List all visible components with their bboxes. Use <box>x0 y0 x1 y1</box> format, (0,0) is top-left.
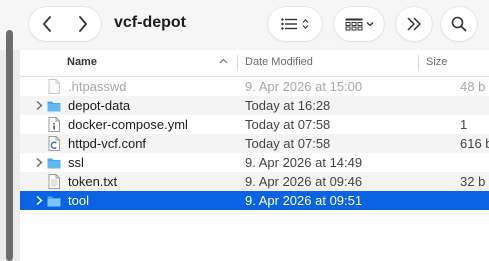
finder-window: vcf-depot Name Date Modified Size .htpas… <box>0 0 489 261</box>
forward-button[interactable] <box>65 7 101 41</box>
chevron-down-icon <box>366 22 373 27</box>
chevron-left-icon <box>43 16 51 32</box>
disclosure-triangle-icon[interactable] <box>34 157 44 168</box>
text-file-icon <box>48 174 60 189</box>
double-chevron-right-icon <box>407 17 421 31</box>
sort-ascending-icon <box>219 58 228 64</box>
file-row-ssl[interactable]: ssl 9. Apr 2026 at 14:49 <box>20 153 489 172</box>
more-toolbar-items-button[interactable] <box>396 7 432 41</box>
file-date-modified: Today at 07:58 <box>245 117 331 132</box>
file-name: tool <box>68 193 89 208</box>
file-row-docker-compose[interactable]: docker-compose.yml Today at 07:58 1 <box>20 115 489 134</box>
file-row-token-txt[interactable]: token.txt 9. Apr 2026 at 09:46 32 b <box>20 172 489 191</box>
up-down-chevron-icon <box>302 19 309 29</box>
list-view-icon <box>281 18 297 30</box>
file-date-modified: Today at 16:28 <box>245 98 331 113</box>
document-icon <box>48 79 60 94</box>
file-row-httpd-vcf-conf[interactable]: httpd-vcf.conf Today at 07:58 616 b <box>20 134 489 153</box>
file-name: token.txt <box>68 174 118 189</box>
file-date-modified: 9. Apr 2026 at 09:51 <box>245 193 363 208</box>
sidebar-scrollbar[interactable] <box>6 30 13 261</box>
folder-icon <box>47 158 61 169</box>
search-button[interactable] <box>441 7 477 41</box>
column-divider[interactable] <box>237 55 238 71</box>
file-row-htpasswd[interactable]: .htpasswd 9. Apr 2026 at 15:00 48 b <box>20 77 489 96</box>
file-row-depot-data[interactable]: depot-data Today at 16:28 <box>20 96 489 115</box>
conf-file-icon <box>48 136 60 151</box>
file-list: Name Date Modified Size .htpasswd 9. Apr… <box>20 50 489 261</box>
folder-icon <box>47 101 61 112</box>
file-size: 32 b <box>460 174 486 189</box>
file-date-modified: Today at 07:58 <box>245 136 331 151</box>
grid-view-icon <box>345 18 362 30</box>
view-options-button[interactable] <box>268 7 322 41</box>
file-row-tool[interactable]: tool 9. Apr 2026 at 09:51 <box>20 191 489 210</box>
window-title: vcf-depot <box>114 14 186 31</box>
file-name: httpd-vcf.conf <box>68 136 147 151</box>
yaml-file-icon <box>48 117 60 132</box>
back-button[interactable] <box>29 7 65 41</box>
search-icon <box>451 16 467 32</box>
file-date-modified: 9. Apr 2026 at 15:00 <box>245 79 363 94</box>
navigation-group <box>29 7 101 41</box>
disclosure-triangle-icon[interactable] <box>34 100 44 111</box>
folder-icon <box>47 196 61 207</box>
file-date-modified: 9. Apr 2026 at 14:49 <box>245 155 363 170</box>
column-header-date-modified[interactable]: Date Modified <box>245 56 313 68</box>
column-header-size[interactable]: Size <box>426 56 447 68</box>
column-header-row: Name Date Modified Size <box>20 50 489 77</box>
disclosure-triangle-icon[interactable] <box>34 195 44 206</box>
column-divider[interactable] <box>418 55 419 71</box>
group-by-button[interactable] <box>334 7 384 41</box>
file-name: depot-data <box>68 98 131 113</box>
file-size: 616 b <box>460 136 489 151</box>
file-name: docker-compose.yml <box>68 117 188 132</box>
file-name: ssl <box>68 155 84 170</box>
file-date-modified: 9. Apr 2026 at 09:46 <box>245 174 363 189</box>
file-size: 1 <box>460 117 468 132</box>
file-size: 48 b <box>460 79 486 94</box>
toolbar: vcf-depot <box>0 0 489 50</box>
column-header-name[interactable]: Name <box>67 56 97 68</box>
file-rows: .htpasswd 9. Apr 2026 at 15:00 48 b depo… <box>20 77 489 210</box>
chevron-right-icon <box>79 16 87 32</box>
file-name: .htpasswd <box>68 79 127 94</box>
